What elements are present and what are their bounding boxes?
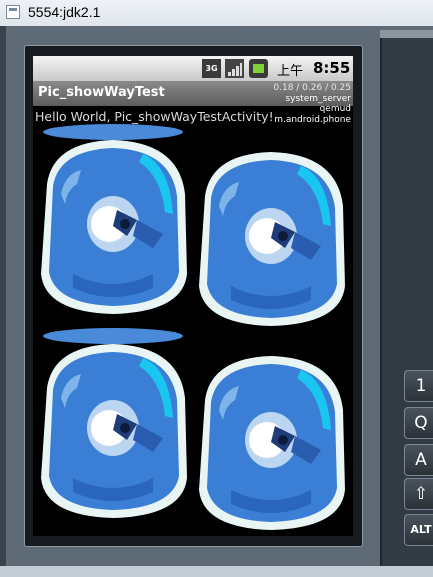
key-a[interactable]: A <box>404 444 433 476</box>
clock-time: 8:55 <box>313 59 351 77</box>
window-app-icon[interactable] <box>6 5 20 19</box>
clock-ampm: 上午 <box>277 64 304 79</box>
signal-icon <box>225 59 244 78</box>
tiled-image <box>33 328 193 526</box>
load-overlay: 0.18 / 0.26 / 0.25 system_server qemud m… <box>273 83 351 125</box>
device-screen[interactable]: 3G 上午 8:55 Pic_showWayTest 0.18 / 0.26 /… <box>33 56 353 536</box>
hello-text: Hello World, Pic_showWayTestActivity! <box>35 109 274 124</box>
shift-icon[interactable]: ⇧ <box>404 478 433 510</box>
emulator-left-rail <box>0 26 6 577</box>
tiled-image <box>191 340 351 536</box>
window-title: 5554:jdk2.1 <box>28 4 101 20</box>
load-average: 0.18 / 0.26 / 0.25 <box>273 83 351 93</box>
key-q[interactable]: Q <box>404 407 433 439</box>
tiled-image <box>33 124 193 322</box>
process-name: system_server <box>285 93 351 104</box>
tiled-image <box>191 136 351 334</box>
process-name: m.android.phone <box>274 114 351 125</box>
key-1[interactable]: 1 <box>404 370 433 402</box>
app-title: Pic_showWayTest <box>38 85 165 100</box>
key-alt[interactable]: ALT <box>404 514 433 546</box>
window-titlebar[interactable]: 5554:jdk2.1 <box>0 0 433 27</box>
process-name: qemud <box>319 104 351 114</box>
3g-icon: 3G <box>202 59 221 78</box>
status-bar[interactable]: 3G 上午 8:55 <box>33 56 353 81</box>
control-panel-top-edge <box>380 30 433 38</box>
window-bottom-edge <box>0 566 433 577</box>
battery-icon <box>249 59 268 78</box>
